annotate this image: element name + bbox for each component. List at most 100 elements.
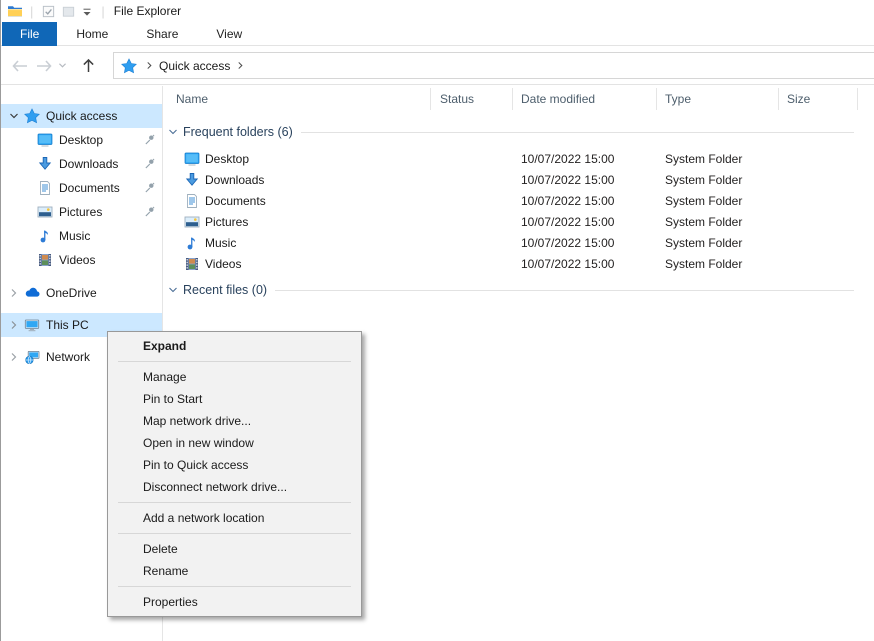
menu-item-properties[interactable]: Properties [108,591,361,613]
group-header-label: Recent files (0) [183,283,267,297]
tab-share[interactable]: Share [127,22,197,46]
column-header-type[interactable]: Type [657,88,779,110]
window-title: File Explorer [114,4,181,18]
file-row-videos[interactable]: Videos 10/07/2022 15:00 System Folder [163,253,874,274]
frequent-folders-list: Desktop 10/07/2022 15:00 System Folder D… [163,148,874,274]
group-header-label: Frequent folders (6) [183,125,293,139]
address-bar[interactable]: Quick access [113,52,874,79]
file-type: System Folder [657,152,779,166]
pin-icon [143,157,157,171]
tab-file[interactable]: File [2,22,57,46]
file-row-desktop[interactable]: Desktop 10/07/2022 15:00 System Folder [163,148,874,169]
menu-item-disconnect-network-drive[interactable]: Disconnect network drive... [108,476,361,498]
file-type: System Folder [657,173,779,187]
pin-icon [143,205,157,219]
menu-item-pin-to-start[interactable]: Pin to Start [108,388,361,410]
sidebar-item-label: Videos [59,253,162,267]
chevron-down-icon[interactable] [7,109,21,123]
file-row-music[interactable]: Music 10/07/2022 15:00 System Folder [163,232,874,253]
properties-icon[interactable] [40,3,56,19]
file-type: System Folder [657,257,779,271]
desktop-icon [37,132,53,148]
breadcrumb-chevron-icon[interactable] [141,61,157,71]
forward-icon[interactable] [33,60,55,72]
pictures-icon [37,204,53,220]
file-type: System Folder [657,236,779,250]
tab-view[interactable]: View [197,22,261,46]
new-folder-icon[interactable] [60,3,76,19]
sidebar-item-label: Quick access [46,109,162,123]
sidebar-item-label: This PC [46,318,162,332]
downloads-icon [37,156,53,172]
sidebar-item-documents[interactable]: Documents [1,176,162,200]
file-row-documents[interactable]: Documents 10/07/2022 15:00 System Folder [163,190,874,211]
file-date-modified: 10/07/2022 15:00 [513,215,657,229]
file-name: Music [205,236,236,250]
tab-home[interactable]: Home [57,22,127,46]
sidebar-item-downloads[interactable]: Downloads [1,152,162,176]
customize-quick-access-toolbar-icon[interactable] [82,6,92,16]
documents-icon [184,193,200,209]
file-date-modified: 10/07/2022 15:00 [513,257,657,271]
chevron-right-icon[interactable] [7,286,21,300]
menu-item-map-network-drive[interactable]: Map network drive... [108,410,361,432]
menu-item-rename[interactable]: Rename [108,560,361,582]
file-name: Videos [205,257,241,271]
breadcrumb-chevron-icon[interactable] [232,61,248,71]
column-header-row: Name Status Date modified Type Size [163,88,874,110]
group-header-rule [301,132,854,133]
music-icon [37,228,53,244]
menu-item-delete[interactable]: Delete [108,538,361,560]
file-row-downloads[interactable]: Downloads 10/07/2022 15:00 System Folder [163,169,874,190]
sidebar-item-pictures[interactable]: Pictures [1,200,162,224]
menu-separator [118,586,351,587]
videos-icon [37,252,53,268]
group-header-frequent-folders[interactable]: Frequent folders (6) [168,123,868,141]
menu-separator [118,533,351,534]
onedrive-icon [24,285,40,301]
menu-separator [118,361,351,362]
column-header-status[interactable]: Status [431,88,513,110]
up-icon[interactable] [75,58,101,73]
sidebar-item-onedrive[interactable]: OneDrive [1,281,162,305]
menu-item-open-in-new-window[interactable]: Open in new window [108,432,361,454]
sidebar-item-label: Pictures [59,205,143,219]
chevron-down-icon[interactable] [168,126,180,138]
sidebar-item-desktop[interactable]: Desktop [1,128,162,152]
pictures-icon [184,214,200,230]
chevron-right-icon[interactable] [7,318,21,332]
column-header-size[interactable]: Size [779,88,858,110]
pin-icon [143,133,157,147]
file-name: Downloads [205,173,264,187]
chevron-down-icon[interactable] [168,284,180,296]
menu-item-add-a-network-location[interactable]: Add a network location [108,507,361,529]
window-border [0,0,1,641]
file-type: System Folder [657,215,779,229]
sidebar-item-label: Documents [59,181,143,195]
recent-locations-icon[interactable] [55,62,69,69]
qat-separator: | [101,4,104,19]
file-explorer-logo-icon [7,3,23,19]
file-name: Desktop [205,152,249,166]
file-name: Documents [205,194,266,208]
file-date-modified: 10/07/2022 15:00 [513,194,657,208]
menu-item-pin-to-quick-access[interactable]: Pin to Quick access [108,454,361,476]
file-type: System Folder [657,194,779,208]
network-icon [24,349,40,365]
pin-icon [143,181,157,195]
desktop-icon [184,151,200,167]
back-icon[interactable] [7,60,33,72]
sidebar-item-videos[interactable]: Videos [1,248,162,272]
breadcrumb-quick-access[interactable]: Quick access [159,59,230,73]
menu-item-expand[interactable]: Expand [108,335,361,357]
group-header-recent-files[interactable]: Recent files (0) [168,281,868,299]
sidebar-item-music[interactable]: Music [1,224,162,248]
menu-item-manage[interactable]: Manage [108,366,361,388]
sidebar-item-quick-access[interactable]: Quick access [1,104,162,128]
column-header-date-modified[interactable]: Date modified [513,88,657,110]
qat-separator: | [30,4,33,19]
sidebar-item-label: Music [59,229,162,243]
file-row-pictures[interactable]: Pictures 10/07/2022 15:00 System Folder [163,211,874,232]
column-header-name[interactable]: Name [163,88,431,110]
chevron-right-icon[interactable] [7,350,21,364]
